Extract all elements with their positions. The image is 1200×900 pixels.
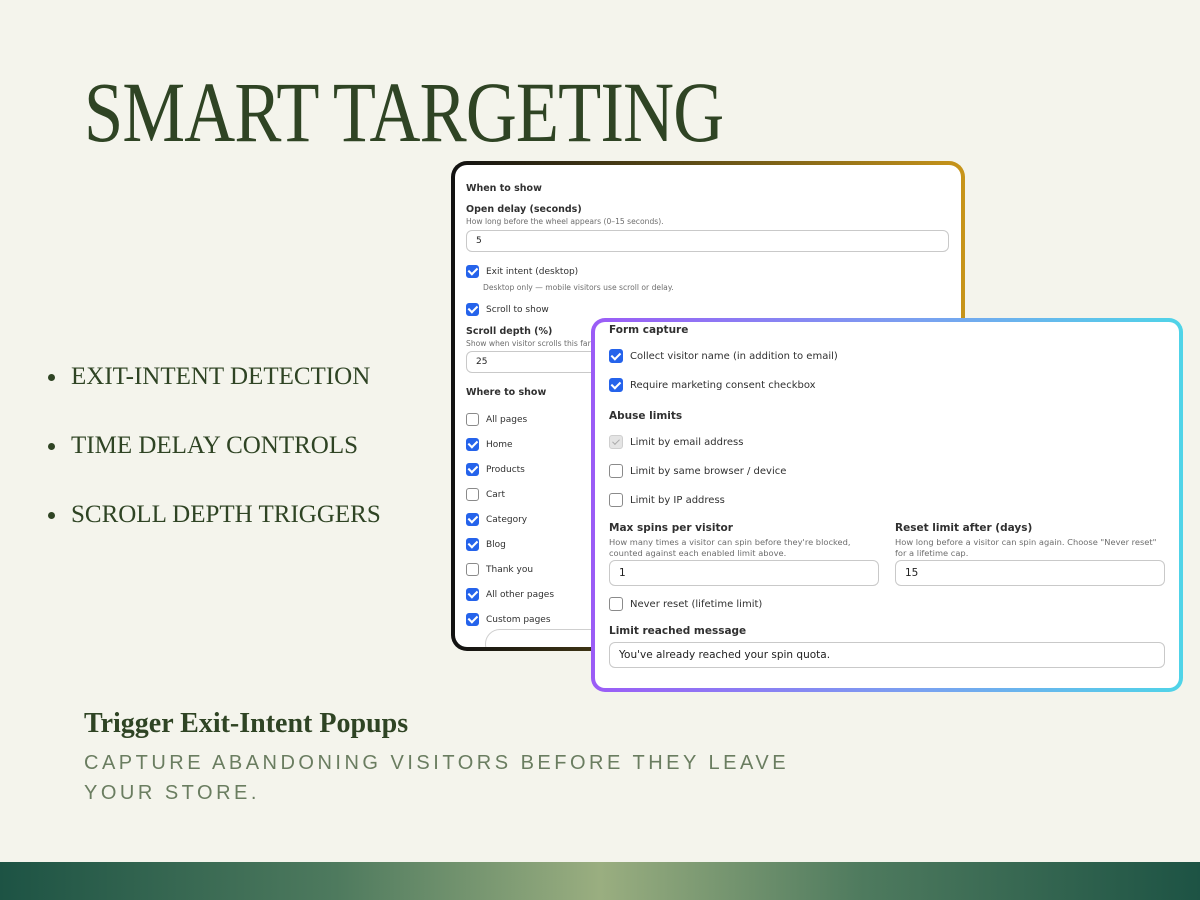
scroll-to-show-checkbox-row[interactable]: Scroll to show [466, 303, 950, 316]
page-label: Cart [486, 489, 506, 500]
open-delay-input[interactable]: 5 [466, 230, 949, 252]
max-spins-label: Max spins per visitor [609, 522, 733, 534]
all-other-pages-checkbox[interactable] [466, 588, 479, 601]
exit-intent-checkbox[interactable] [466, 265, 479, 278]
bullet-icon [48, 442, 55, 450]
scroll-depth-value: 25 [476, 357, 488, 367]
require-consent-label: Require marketing consent checkbox [630, 379, 816, 391]
products-checkbox[interactable] [466, 463, 479, 476]
form-capture-title: Form capture [609, 324, 689, 336]
feature-list: EXIT-INTENT DETECTION TIME DELAY CONTROL… [48, 362, 381, 569]
limit-message-input[interactable]: You've already reached your spin quota. [609, 642, 1165, 668]
abuse-limits-title: Abuse limits [609, 410, 683, 422]
open-delay-help: How long before the wheel appears (0–15 … [466, 217, 664, 226]
feature-label: EXIT-INTENT DETECTION [71, 363, 371, 390]
require-consent-checkbox[interactable] [609, 378, 623, 392]
all-pages-checkbox[interactable] [466, 413, 479, 426]
page-label: Thank you [486, 564, 534, 575]
limit-email-checkbox-row: Limit by email address [609, 435, 1165, 449]
collect-name-checkbox[interactable] [609, 349, 623, 363]
exit-intent-checkbox-row[interactable]: Exit intent (desktop) [466, 265, 950, 278]
limit-browser-checkbox[interactable] [609, 464, 623, 478]
max-spins-value: 1 [619, 567, 626, 579]
max-spins-field: Max spins per visitor How many times a v… [609, 522, 879, 586]
feature-label: TIME DELAY CONTROLS [71, 432, 359, 459]
limit-email-label: Limit by email address [630, 436, 744, 448]
never-reset-checkbox[interactable] [609, 597, 623, 611]
category-checkbox[interactable] [466, 513, 479, 526]
bottom-gradient-band [0, 862, 1200, 900]
thank-you-checkbox[interactable] [466, 563, 479, 576]
limit-ip-checkbox-row[interactable]: Limit by IP address [609, 493, 1165, 507]
never-reset-checkbox-row[interactable]: Never reset (lifetime limit) [609, 597, 1165, 611]
require-consent-checkbox-row[interactable]: Require marketing consent checkbox [609, 378, 1165, 392]
open-delay-value: 5 [476, 236, 482, 246]
form-capture-panel: Form capture Collect visitor name (in ad… [591, 318, 1183, 692]
cart-checkbox[interactable] [466, 488, 479, 501]
page-headline: SMART TARGETING [84, 64, 724, 160]
subheading: Trigger Exit-Intent Popups [84, 708, 409, 739]
max-spins-input[interactable]: 1 [609, 560, 879, 586]
custom-pages-checkbox[interactable] [466, 613, 479, 626]
tagline: CAPTURE ABANDONING VISITORS BEFORE THEY … [84, 752, 790, 804]
bullet-icon [48, 373, 55, 381]
reset-limit-value: 15 [905, 567, 919, 579]
exit-intent-label: Exit intent (desktop) [486, 266, 579, 277]
exit-intent-help: Desktop only — mobile visitors use scrol… [483, 283, 674, 292]
feature-item: SCROLL DEPTH TRIGGERS [48, 500, 381, 530]
bullet-icon [48, 511, 55, 519]
page-label: All other pages [486, 589, 555, 600]
page-label: Custom pages [486, 614, 551, 625]
page-label: Home [486, 439, 513, 450]
spin-limits-row: Max spins per visitor How many times a v… [609, 522, 1165, 586]
reset-limit-help: How long before a visitor can spin again… [895, 537, 1157, 558]
reset-limit-label: Reset limit after (days) [895, 522, 1033, 534]
limit-browser-label: Limit by same browser / device [630, 465, 787, 477]
limit-ip-label: Limit by IP address [630, 494, 725, 506]
max-spins-help: How many times a visitor can spin before… [609, 537, 851, 558]
feature-item: EXIT-INTENT DETECTION [48, 362, 381, 392]
form-capture-card: Form capture Collect visitor name (in ad… [595, 322, 1179, 688]
open-delay-label: Open delay (seconds) [466, 204, 582, 215]
feature-label: SCROLL DEPTH TRIGGERS [71, 501, 381, 528]
limit-email-checkbox [609, 435, 623, 449]
reset-limit-field: Reset limit after (days) How long before… [895, 522, 1165, 586]
blog-checkbox[interactable] [466, 538, 479, 551]
home-checkbox[interactable] [466, 438, 479, 451]
page-label: Category [486, 514, 528, 525]
page-label: All pages [486, 414, 528, 425]
scroll-to-show-checkbox[interactable] [466, 303, 479, 316]
scroll-to-show-label: Scroll to show [486, 304, 549, 315]
limit-message-label: Limit reached message [609, 625, 747, 637]
collect-name-checkbox-row[interactable]: Collect visitor name (in addition to ema… [609, 349, 1165, 363]
page-label: Products [486, 464, 525, 475]
page-label: Blog [486, 539, 506, 550]
feature-item: TIME DELAY CONTROLS [48, 431, 381, 461]
reset-limit-input[interactable]: 15 [895, 560, 1165, 586]
limit-browser-checkbox-row[interactable]: Limit by same browser / device [609, 464, 1165, 478]
limit-message-value: You've already reached your spin quota. [619, 649, 831, 661]
never-reset-label: Never reset (lifetime limit) [630, 598, 763, 610]
limit-ip-checkbox[interactable] [609, 493, 623, 507]
collect-name-label: Collect visitor name (in addition to ema… [630, 350, 838, 362]
when-to-show-title: When to show [466, 183, 542, 194]
